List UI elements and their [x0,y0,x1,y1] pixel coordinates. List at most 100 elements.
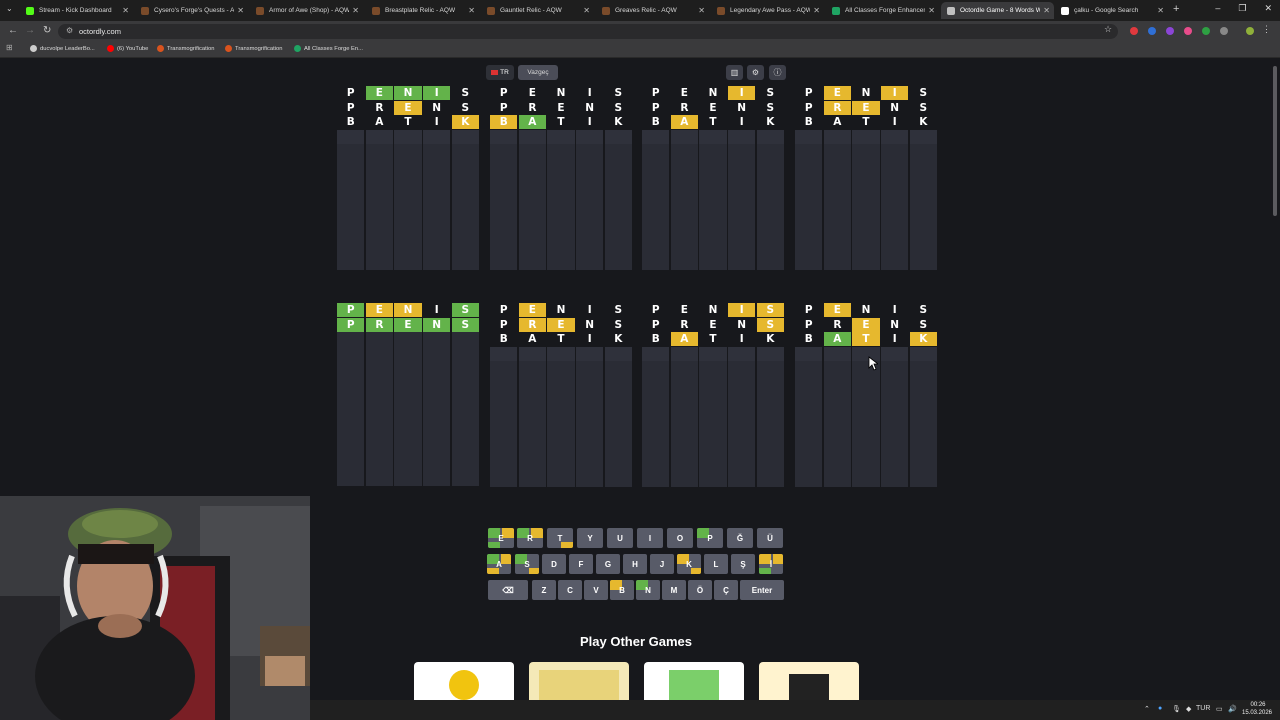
bookmark-item[interactable]: Transmogrification [225,45,282,52]
close-window-icon[interactable]: ✕ [1264,3,1272,14]
tray-app-icon[interactable]: ◆ [1186,705,1191,713]
key-o[interactable]: O [667,528,693,548]
scrollbar[interactable] [1272,64,1278,694]
reload-icon[interactable]: ↻ [43,25,51,36]
extension-icon[interactable] [1184,27,1192,35]
browser-tab[interactable]: Cysero's Forge's Quests - AQ ✕ [135,2,248,19]
game-card[interactable] [414,662,514,700]
key-h[interactable]: H [623,554,647,574]
menu-icon[interactable]: ⋮ [1262,24,1271,35]
close-tab-icon[interactable]: ✕ [813,6,820,15]
key-ş[interactable]: Ş [731,554,755,574]
close-tab-icon[interactable]: ✕ [352,6,359,15]
close-tab-icon[interactable]: ✕ [583,6,590,15]
chevron-up-icon[interactable]: ⌃ [1144,705,1150,713]
scroll-thumb[interactable] [1273,66,1277,216]
key-ç[interactable]: Ç [714,580,738,600]
bookmark-item[interactable]: (6) YouTube [107,45,148,52]
network-icon[interactable]: ▭ [1216,705,1223,713]
key-ğ[interactable]: Ğ [727,528,753,548]
letter-tile [642,228,670,242]
game-card[interactable] [529,662,629,700]
give-up-button[interactable]: Vazgeç [518,65,558,80]
key-f[interactable]: F [569,554,593,574]
key-p[interactable]: P [697,528,723,548]
key-backspace[interactable]: ⌫ [488,580,528,600]
browser-tab[interactable]: Legendary Awe Pass - AQW ✕ [711,2,824,19]
key-l[interactable]: L [704,554,728,574]
minimize-icon[interactable]: – [1215,3,1220,14]
microphone-icon[interactable]: 🎙 [1172,705,1181,713]
language-button[interactable]: TR [486,65,514,80]
key-g[interactable]: G [596,554,620,574]
site-info-icon[interactable]: ⚙ [66,26,73,35]
tray-app-icon[interactable]: ● [1158,705,1162,712]
browser-tab[interactable]: Octordle Game - 8 Words Wi ✕ [941,2,1054,19]
key-k[interactable]: K [677,554,701,574]
key-d[interactable]: D [542,554,566,574]
bookmark-item[interactable]: All Classes Forge En... [294,45,363,52]
browser-tab[interactable]: All Classes Forge Enhanceme ✕ [826,2,939,19]
bookmark-item[interactable]: Transmogrification [157,45,214,52]
key-v[interactable]: V [584,580,608,600]
forward-icon[interactable]: → [25,25,35,36]
letter-tile [880,375,909,389]
key-j[interactable]: J [650,554,674,574]
letter-tile [394,402,422,416]
browser-tab[interactable]: Stream - Kick Dashboard ✕ [20,2,133,19]
close-tab-icon[interactable]: ✕ [1157,6,1164,15]
clock-date[interactable]: 15.03.2026 [1239,710,1275,716]
tab-search-icon[interactable]: ⌄ [6,4,13,13]
settings-icon[interactable]: ⚙ [747,65,764,80]
key-z[interactable]: Z [532,580,556,600]
extension-icon[interactable] [1130,27,1138,35]
game-card[interactable] [644,662,744,700]
key-ü[interactable]: Ü [757,528,783,548]
key-i̇[interactable]: İ [759,554,783,574]
url-input[interactable]: ⚙ octordly.com [58,24,1118,39]
close-tab-icon[interactable]: ✕ [237,6,244,15]
letter-tile [642,214,670,228]
browser-tab[interactable]: Breastplate Relic - AQW ✕ [366,2,479,19]
close-tab-icon[interactable]: ✕ [1043,6,1050,15]
restore-icon[interactable]: ❐ [1238,3,1246,14]
key-c[interactable]: C [558,580,582,600]
key-u[interactable]: U [607,528,633,548]
key-s[interactable]: S [515,554,539,574]
key-m[interactable]: M [662,580,686,600]
game-card[interactable] [759,662,859,700]
extension-icon[interactable] [1166,27,1174,35]
volume-icon[interactable]: 🔊 [1228,705,1237,713]
key-e[interactable]: E [488,528,514,548]
extension-icon[interactable] [1148,27,1156,35]
key-enter[interactable]: Enter [740,580,784,600]
key-n[interactable]: N [636,580,660,600]
clock-time[interactable]: 00:26 [1243,702,1273,708]
apps-icon[interactable]: ⊞ [6,43,13,52]
profile-avatar[interactable] [1246,27,1254,35]
key-y[interactable]: Y [577,528,603,548]
browser-tab[interactable]: Armor of Awe (Shop) - AQW ✕ [250,2,363,19]
close-tab-icon[interactable]: ✕ [928,6,935,15]
key-t[interactable]: T [547,528,573,548]
key-b[interactable]: B [610,580,634,600]
key-a[interactable]: A [487,554,511,574]
stats-icon[interactable]: ▥ [726,65,743,80]
extensions-puzzle-icon[interactable] [1220,27,1228,35]
new-tab-icon[interactable]: + [1173,3,1179,15]
key-r[interactable]: R [517,528,543,548]
close-tab-icon[interactable]: ✕ [698,6,705,15]
bookmark-item[interactable]: ducvolpe LeaderBo... [30,45,95,52]
keyboard-language[interactable]: TUR [1196,705,1210,712]
info-icon[interactable]: ⓘ [769,65,786,80]
back-icon[interactable]: ← [8,25,18,36]
key-i[interactable]: I [637,528,663,548]
close-tab-icon[interactable]: ✕ [468,6,475,15]
bookmark-star-icon[interactable]: ☆ [1104,24,1112,35]
key-ö[interactable]: Ö [688,580,712,600]
extension-icon[interactable] [1202,27,1210,35]
close-tab-icon[interactable]: ✕ [122,6,129,15]
browser-tab[interactable]: çalku - Google Search ✕ [1055,2,1168,19]
browser-tab[interactable]: Gauntlet Relic - AQW ✕ [481,2,594,19]
browser-tab[interactable]: Greaves Relic - AQW ✕ [596,2,709,19]
